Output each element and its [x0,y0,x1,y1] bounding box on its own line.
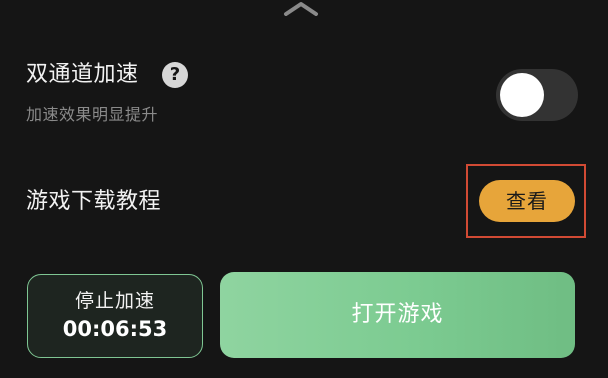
dual-channel-toggle[interactable] [496,69,578,121]
stop-acceleration-label: 停止加速 [74,290,155,312]
dual-channel-title: 双通道加速 [26,62,139,87]
chevron-up-icon[interactable] [283,0,319,16]
view-button[interactable]: 查看 [479,180,575,222]
toggle-knob [500,73,544,117]
download-tutorial-title: 游戏下载教程 [26,189,162,214]
stop-acceleration-button[interactable]: 停止加速 00:06:53 [27,274,203,358]
open-game-button[interactable]: 打开游戏 [220,272,575,358]
acceleration-timer: 00:06:53 [62,317,168,341]
dual-channel-subtitle: 加速效果明显提升 [26,105,159,124]
question-circle-icon[interactable]: ? [162,62,188,88]
